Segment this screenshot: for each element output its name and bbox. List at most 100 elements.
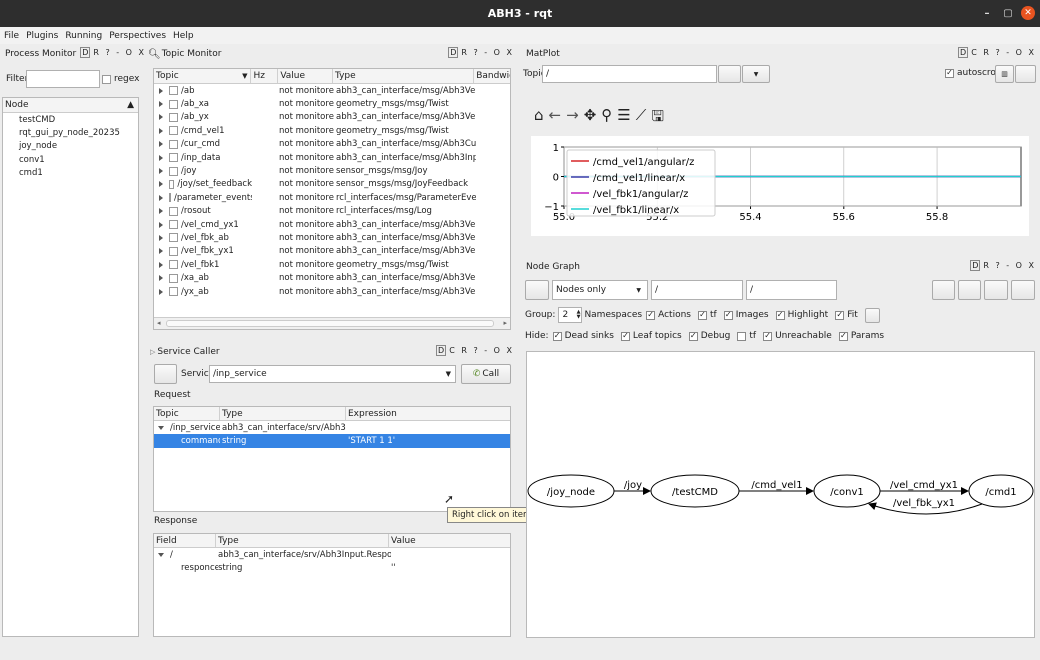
- table-row[interactable]: /ab_xa not monitored geometry_msgs/msg/Twi…: [154, 97, 510, 110]
- expand-arrow-icon[interactable]: [159, 288, 163, 295]
- monitor-checkbox[interactable]: [169, 166, 178, 176]
- hide-tf-checkbox[interactable]: tf: [737, 331, 756, 341]
- load-dot-button[interactable]: [932, 280, 955, 300]
- list-item[interactable]: testCMD: [19, 113, 138, 126]
- table-row[interactable]: /vel_fbk_ab not monitored abh3_can_interfa…: [154, 231, 510, 244]
- expand-arrow-icon[interactable]: [159, 261, 163, 268]
- table-row-selected[interactable]: command string 'START 1 1': [154, 434, 510, 448]
- expand-arrow-icon[interactable]: [159, 181, 163, 188]
- monitor-checkbox[interactable]: [169, 233, 178, 243]
- close-icon[interactable]: ✕: [1021, 6, 1035, 20]
- pause-button[interactable]: ▥: [995, 65, 1014, 83]
- col-topic[interactable]: Topic ▼: [154, 69, 252, 83]
- expand-arrow-icon[interactable]: [159, 221, 163, 228]
- fit-checkbox[interactable]: ✓ Fit: [835, 310, 858, 320]
- monitor-checkbox[interactable]: [169, 112, 178, 122]
- pan-icon[interactable]: ✥: [584, 106, 597, 131]
- dock-d-button[interactable]: D: [958, 47, 969, 58]
- collapse-arrow-icon[interactable]: ▷: [150, 348, 155, 356]
- expand-arrow-icon[interactable]: [159, 127, 163, 134]
- table-row[interactable]: /cmd_vel1 not monitored geometry_msgs/msg/…: [154, 124, 510, 137]
- dock-d-button[interactable]: D: [970, 260, 981, 271]
- table-row[interactable]: /ab_yx not monitored abh3_can_interface/ms…: [154, 111, 510, 124]
- save-dot-button[interactable]: [958, 280, 981, 300]
- monitor-checkbox[interactable]: [169, 86, 178, 96]
- graph-mode-select[interactable]: Nodes only ▼: [552, 280, 648, 300]
- table-row[interactable]: /inp_data not monitored abh3_can_interface…: [154, 151, 510, 164]
- highlight-checkbox[interactable]: ✓ Highlight: [775, 310, 828, 320]
- namespace-filter-input[interactable]: /: [651, 280, 743, 300]
- tf-checkbox[interactable]: ✓ tf: [697, 310, 717, 320]
- monitor-checkbox[interactable]: [169, 260, 178, 270]
- regex-check-icon[interactable]: [102, 74, 111, 84]
- expand-arrow-icon[interactable]: [159, 101, 163, 108]
- menu-perspectives[interactable]: Perspectives: [109, 31, 166, 41]
- col-bandwidth[interactable]: Bandwidt: [474, 69, 510, 83]
- table-row[interactable]: /rosout not monitored rcl_interfaces/msg/L…: [154, 205, 510, 218]
- regex-checkbox[interactable]: regex: [102, 74, 139, 84]
- col-value[interactable]: Value: [278, 69, 333, 83]
- table-row[interactable]: /vel_cmd_yx1 not monitored abh3_can_interf…: [154, 218, 510, 231]
- dock-controls[interactable]: R ? - O X: [983, 261, 1036, 270]
- dock-controls[interactable]: R ? - O X: [461, 48, 514, 57]
- table-row[interactable]: /parameter_events not monitored rcl_interf…: [154, 191, 510, 204]
- graph-node-testcmd[interactable]: /testCMD: [650, 474, 740, 508]
- graph-node-joy-node[interactable]: /joy_node: [527, 474, 615, 508]
- monitor-checkbox[interactable]: [169, 287, 178, 297]
- list-item[interactable]: rqt_gui_py_node_20235: [19, 126, 138, 139]
- expand-arrow-icon[interactable]: [159, 275, 163, 282]
- clear-button[interactable]: [1015, 65, 1036, 83]
- zoom-icon[interactable]: ⚲: [601, 106, 612, 131]
- graph-edge-joy[interactable]: /joy: [614, 480, 651, 495]
- list-item[interactable]: joy_node: [19, 140, 138, 153]
- save-svg-button[interactable]: [984, 280, 1008, 300]
- leaf-topics-checkbox[interactable]: ✓ Leaf topics: [620, 331, 682, 341]
- dead-sinks-checkbox[interactable]: ✓ Dead sinks: [552, 331, 614, 341]
- dock-controls[interactable]: R ? - O X: [93, 48, 146, 57]
- expand-arrow-icon[interactable]: [159, 208, 163, 215]
- dock-d-button[interactable]: D: [436, 345, 447, 356]
- minimize-icon[interactable]: –: [980, 6, 994, 20]
- monitor-checkbox[interactable]: [169, 193, 171, 203]
- monitor-checkbox[interactable]: [169, 179, 175, 189]
- table-row[interactable]: /joy not monitored sensor_msgs/msg/Joy: [154, 164, 510, 177]
- expand-arrow-icon[interactable]: [159, 234, 163, 241]
- unreachable-checkbox[interactable]: ✓ Unreachable: [763, 331, 832, 341]
- home-icon[interactable]: ⌂: [534, 106, 544, 131]
- table-row[interactable]: /ab not monitored abh3_can_interface/msg/A…: [154, 84, 510, 97]
- graph-edge-vel-fbk-yx1[interactable]: /vel_fbk_yx1: [868, 498, 983, 515]
- graph-node-conv1[interactable]: /conv1: [813, 474, 881, 508]
- list-item[interactable]: conv1: [19, 153, 138, 166]
- namespaces-option[interactable]: Namespaces: [584, 310, 642, 320]
- dock-d-button[interactable]: D: [80, 47, 91, 58]
- graph-node-cmd1[interactable]: /cmd1: [968, 474, 1034, 508]
- list-item[interactable]: cmd1: [19, 167, 138, 180]
- col-hz[interactable]: Hz: [251, 69, 279, 83]
- table-row[interactable]: /vel_fbk_yx1 not monitored abh3_can_interf…: [154, 245, 510, 258]
- monitor-checkbox[interactable]: [169, 246, 178, 256]
- service-select[interactable]: /inp_service ▼: [209, 365, 456, 383]
- images-checkbox[interactable]: ✓ Images: [723, 310, 769, 320]
- monitor-checkbox[interactable]: [169, 206, 178, 216]
- monitor-checkbox[interactable]: [169, 99, 178, 109]
- expand-arrow-icon[interactable]: [159, 114, 163, 121]
- monitor-checkbox[interactable]: [169, 139, 178, 149]
- add-topic-button[interactable]: [718, 65, 741, 83]
- menu-help[interactable]: Help: [173, 31, 194, 41]
- table-row[interactable]: responce string '': [154, 561, 510, 574]
- table-row[interactable]: /xa_ab not monitored abh3_can_interface/ms…: [154, 271, 510, 284]
- table-row[interactable]: /vel_fbk1 not monitored geometry_msgs/msg/…: [154, 258, 510, 271]
- table-row[interactable]: /cur_cmd not monitored abh3_can_interface/…: [154, 138, 510, 151]
- save-icon[interactable]: 🖫︎: [651, 106, 664, 131]
- group-spinbox[interactable]: 2 ▲ ▼: [558, 307, 583, 323]
- actions-checkbox[interactable]: ✓ Actions: [646, 310, 691, 320]
- graph-edge-vel-cmd-yx1[interactable]: /vel_cmd_yx1: [880, 480, 969, 495]
- expand-arrow-icon[interactable]: [159, 87, 163, 94]
- dock-controls[interactable]: C R ? - O X: [449, 346, 514, 355]
- expand-arrow-icon[interactable]: [159, 194, 163, 201]
- horizontal-scrollbar[interactable]: ◂ ▸: [154, 317, 510, 329]
- table-row[interactable]: / abh3_can_interface/srv/Abh3Input.Respo…: [154, 548, 510, 561]
- monitor-checkbox[interactable]: [169, 220, 178, 230]
- menu-plugins[interactable]: Plugins: [26, 31, 58, 41]
- fit-view-button[interactable]: [864, 307, 880, 323]
